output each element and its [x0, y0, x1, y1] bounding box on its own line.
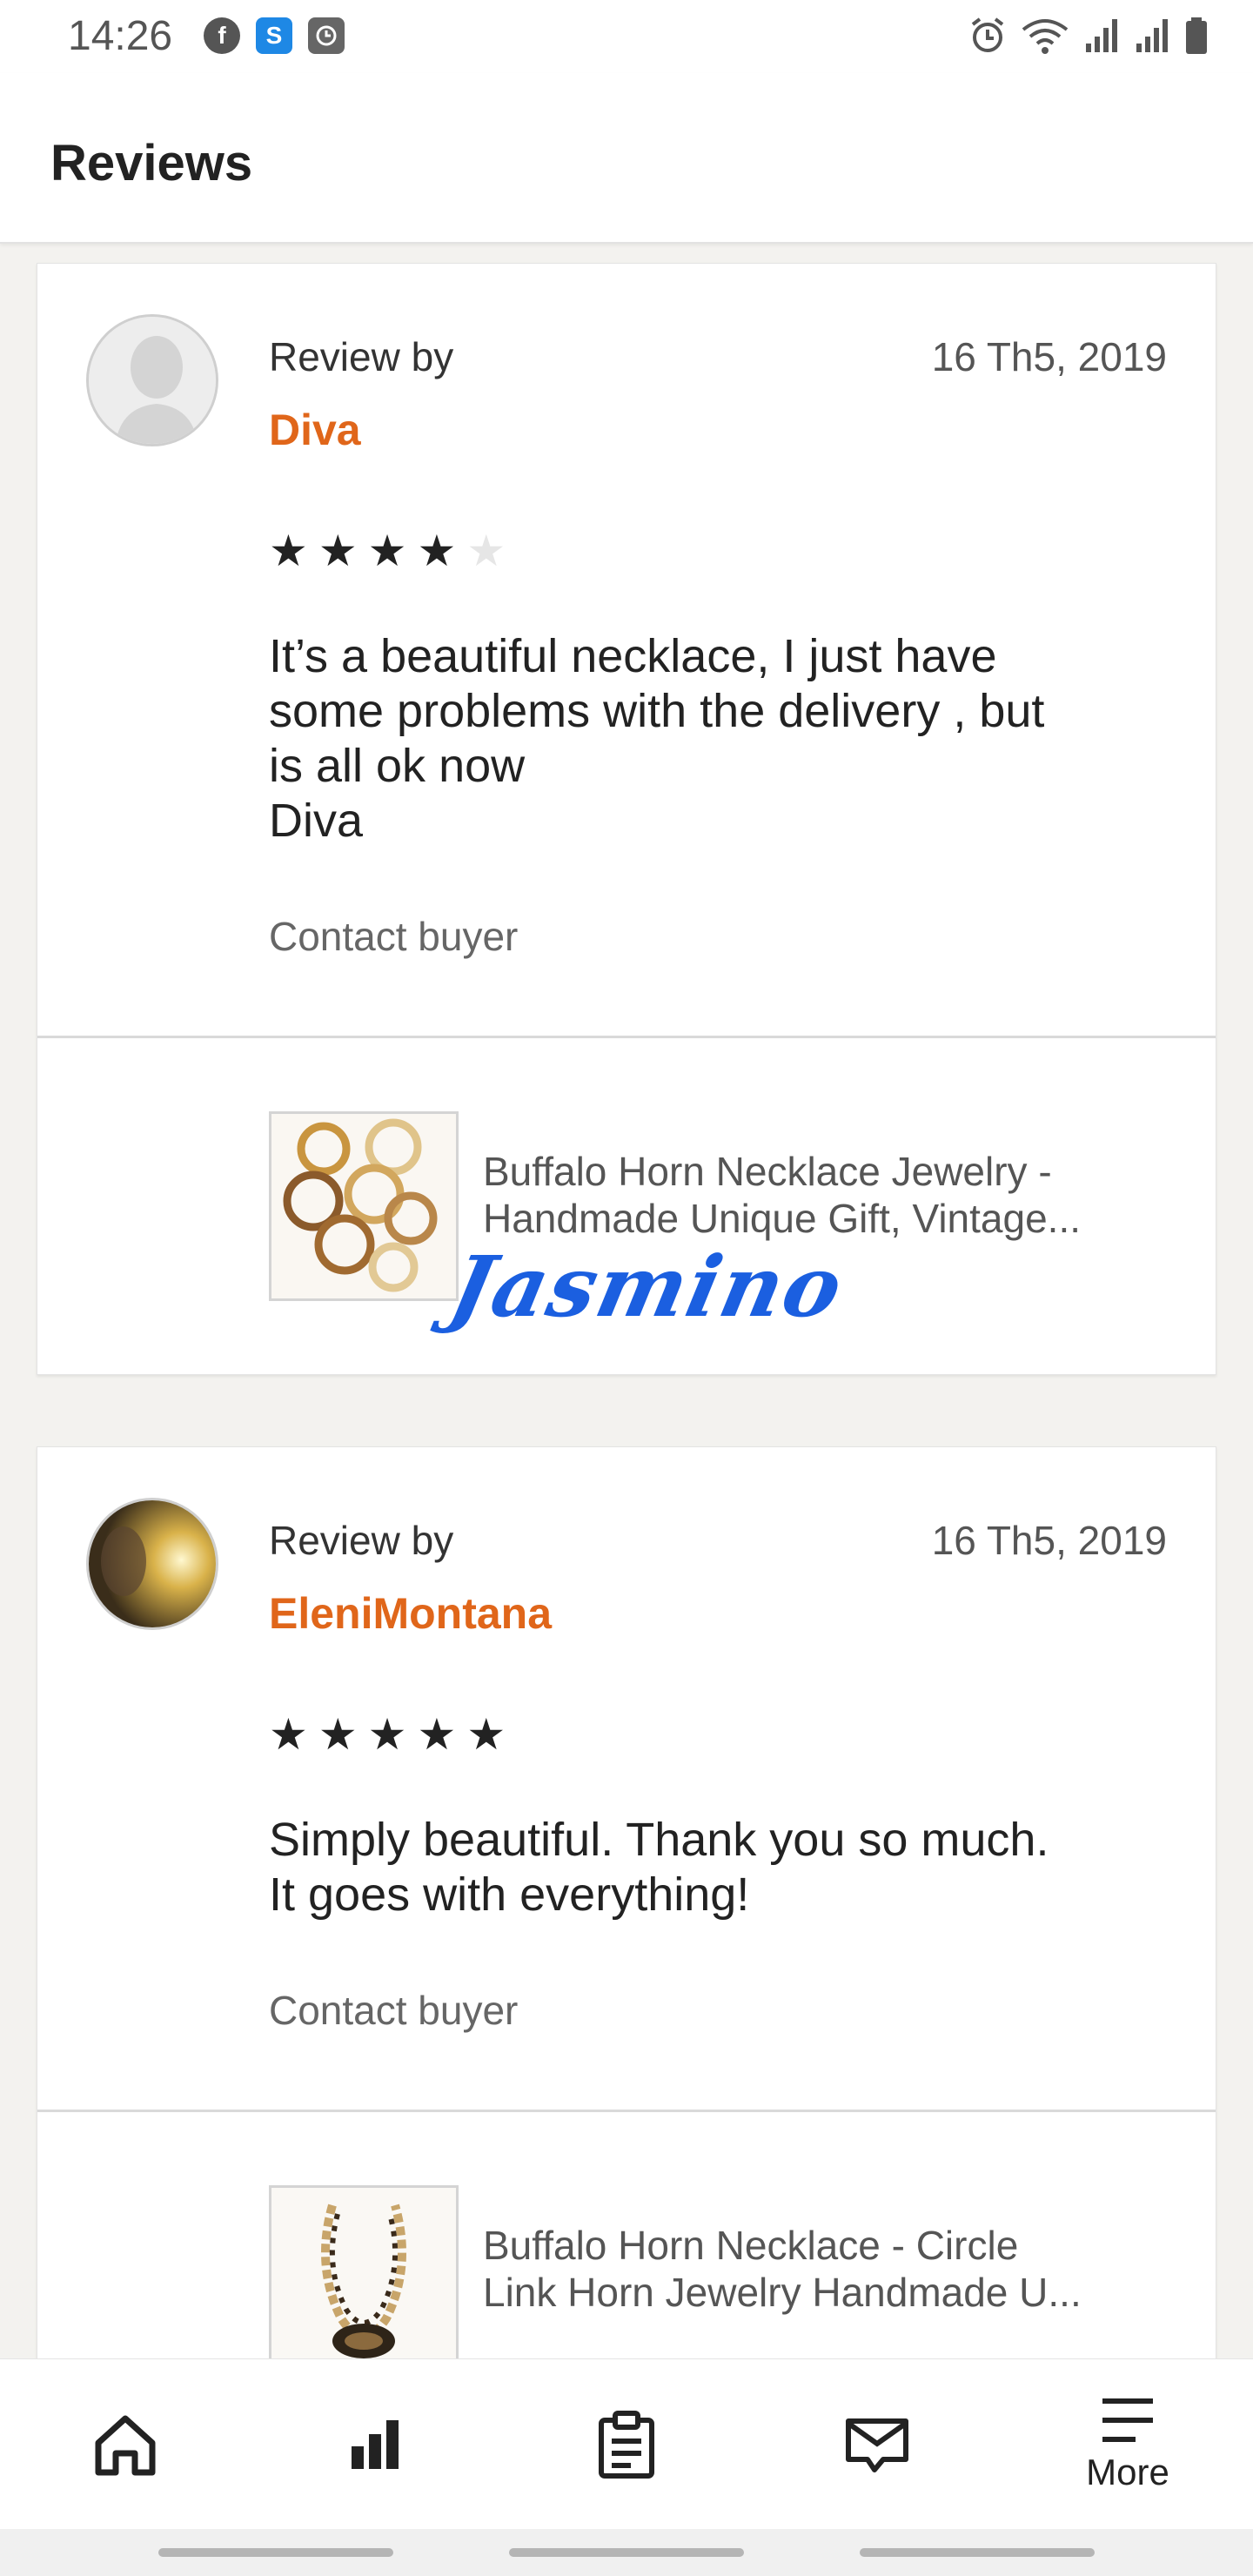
review-text: Simply beautiful. Thank you so much. It … — [269, 1814, 1049, 1921]
review-card: Review by Diva 16 Th5, 2019 ★ ★ ★ ★ ★ It… — [37, 263, 1216, 1375]
nav-more[interactable]: More — [1002, 2359, 1253, 2529]
review-body: Review by EleniMontana 16 Th5, 2019 ★ ★ … — [37, 1447, 1216, 2112]
bottom-nav: More — [0, 2358, 1253, 2529]
signature: Jasmino — [441, 1238, 853, 1336]
star-icon: ★ — [417, 1710, 457, 1759]
star-icon: ★ — [466, 1710, 506, 1759]
review-text: It’s a beautiful necklace, I just have s… — [269, 630, 1045, 847]
menu-icon — [1102, 2398, 1153, 2442]
contact-buyer-link[interactable]: Contact buyer — [269, 1987, 518, 2034]
stats-icon — [352, 2419, 399, 2469]
product-thumbnail[interactable] — [269, 2185, 459, 2375]
gesture-handle[interactable] — [860, 2548, 1095, 2557]
star-icon: ★ — [417, 527, 457, 575]
app-header: Reviews — [0, 73, 1253, 244]
wifi-icon — [1022, 19, 1069, 54]
nav-orders[interactable] — [501, 2359, 752, 2529]
status-bar: 14:26 f S — [0, 0, 1253, 73]
avatar[interactable] — [86, 1498, 218, 1630]
reviewed-product[interactable]: Buffalo Horn Necklace - Circle Link Horn… — [37, 2112, 1216, 2399]
gesture-bar — [0, 2529, 1253, 2576]
home-icon — [95, 2415, 156, 2475]
reviewer-name[interactable]: EleniMontana — [269, 1588, 552, 1639]
product-title-line: Buffalo Horn Necklace - Circle — [483, 2223, 1019, 2268]
facebook-icon: f — [204, 17, 240, 54]
page-title: Reviews — [50, 135, 253, 191]
review-date: 16 Th5, 2019 — [931, 1518, 1167, 1563]
battery-icon — [1186, 17, 1207, 54]
product-title[interactable]: Buffalo Horn Necklace - Circle Link Horn… — [483, 2222, 1170, 2316]
product-title-line: Link Horn Jewelry Handmade U... — [483, 2270, 1082, 2315]
contact-buyer-link[interactable]: Contact buyer — [269, 913, 518, 960]
star-rating: ★ ★ ★ ★ ★ — [269, 529, 506, 573]
s-app-icon: S — [256, 17, 292, 54]
nav-home[interactable] — [0, 2359, 251, 2529]
status-time: 14:26 — [68, 13, 173, 59]
review-by-label: Review by — [269, 1518, 454, 1563]
signal-icon — [1086, 19, 1117, 52]
nav-more-label: More — [1086, 2451, 1169, 2492]
product-thumbnail[interactable] — [269, 1111, 459, 1301]
star-icon: ★ — [318, 1710, 358, 1759]
star-empty-icon: ★ — [466, 527, 506, 575]
star-icon: ★ — [269, 527, 308, 575]
star-icon: ★ — [269, 1710, 308, 1759]
star-rating: ★ ★ ★ ★ ★ — [269, 1713, 506, 1756]
gesture-handle[interactable] — [509, 2548, 744, 2557]
review-by-label: Review by — [269, 334, 454, 379]
signal-icon — [1136, 19, 1168, 52]
product-title-line: Buffalo Horn Necklace Jewelry - — [483, 1149, 1052, 1194]
nav-stats[interactable] — [251, 2359, 501, 2529]
product-title-line: Handmade Unique Gift, Vintage... — [483, 1196, 1082, 1241]
product-title[interactable]: Buffalo Horn Necklace Jewelry - Handmade… — [483, 1148, 1170, 1242]
star-icon: ★ — [367, 527, 407, 575]
reviewer-name[interactable]: Diva — [269, 405, 361, 455]
review-card: Review by EleniMontana 16 Th5, 2019 ★ ★ … — [37, 1446, 1216, 2404]
review-date: 16 Th5, 2019 — [931, 334, 1167, 379]
review-body: Review by Diva 16 Th5, 2019 ★ ★ ★ ★ ★ It… — [37, 264, 1216, 1038]
messages-icon — [846, 2418, 908, 2472]
clock-app-icon — [308, 17, 345, 54]
alarm-icon — [971, 17, 1004, 52]
status-system-icons — [968, 16, 1209, 56]
star-icon: ★ — [318, 527, 358, 575]
orders-icon — [599, 2410, 654, 2479]
star-icon: ★ — [367, 1710, 407, 1759]
avatar[interactable] — [86, 314, 218, 446]
nav-messages[interactable] — [752, 2359, 1002, 2529]
gesture-handle[interactable] — [158, 2548, 393, 2557]
status-notification-icons: f S — [204, 17, 345, 54]
